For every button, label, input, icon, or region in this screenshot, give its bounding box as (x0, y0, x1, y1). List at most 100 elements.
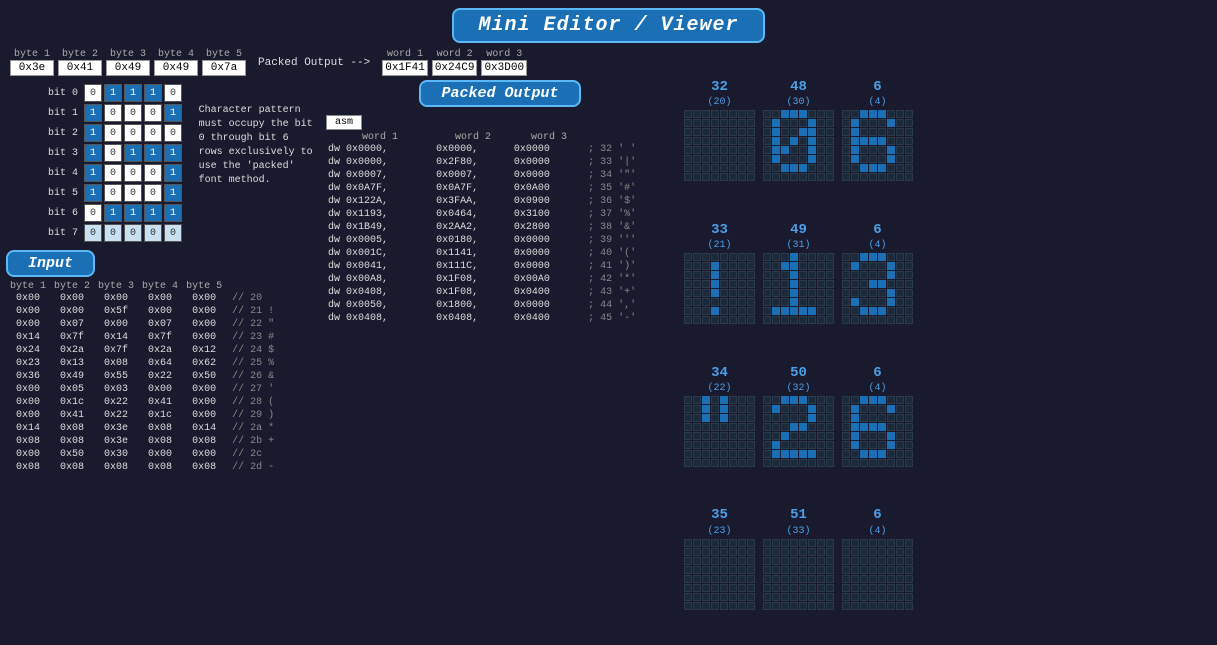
pixel (826, 566, 834, 574)
pixel (826, 432, 834, 440)
pixel (808, 593, 816, 601)
pixel (720, 557, 728, 565)
pixel (808, 137, 816, 145)
bit-label-1: bit 1 (46, 108, 82, 119)
pixel (887, 450, 895, 458)
pixel (896, 557, 904, 565)
pixel (887, 414, 895, 422)
pixel (860, 298, 868, 306)
pixel (738, 146, 746, 154)
pixel (684, 110, 692, 118)
bit-grid: bit 001110bit 110001bit 210000bit 310111… (46, 84, 182, 242)
output-comment: ; 38 '&' (586, 221, 674, 234)
input-cell: 0x55 (94, 370, 138, 383)
pixel (747, 307, 755, 315)
pixel (772, 566, 780, 574)
pixel (738, 316, 746, 324)
pixel (851, 271, 859, 279)
pixel (842, 173, 850, 181)
pixel (799, 414, 807, 422)
pixel (808, 164, 816, 172)
pixel (869, 602, 877, 610)
pixel (711, 262, 719, 270)
input-comment: // 22 " (226, 318, 278, 331)
pixel (711, 155, 719, 163)
byte4-header: byte 4 (154, 49, 198, 60)
pixel (702, 173, 710, 181)
pixel (763, 584, 771, 592)
pixel (799, 405, 807, 413)
pixel (738, 271, 746, 279)
pixel (763, 602, 771, 610)
pixel (711, 602, 719, 610)
pixel (738, 414, 746, 422)
pixel (851, 119, 859, 127)
pixel (869, 575, 877, 583)
pixel (851, 173, 859, 181)
pixel (747, 423, 755, 431)
pixel (738, 593, 746, 601)
pixel (747, 575, 755, 583)
pixel (763, 110, 771, 118)
pixel (851, 459, 859, 467)
packed-output-title-row: Packed Output (326, 80, 674, 111)
pixel (720, 110, 728, 118)
pixel (887, 271, 895, 279)
char-preview-1-1: 49(31) (763, 223, 834, 324)
app-title: Mini Editor / Viewer (452, 8, 764, 43)
output-table: word 1word 2word 3 dw 0x0000,0x0000,0x00… (326, 132, 674, 325)
pixel (747, 566, 755, 574)
pixel (878, 110, 886, 118)
pixel (869, 262, 877, 270)
pixel (747, 396, 755, 404)
output-col-header: word 1 (326, 132, 434, 143)
pixel (747, 146, 755, 154)
pixel (842, 316, 850, 324)
input-cell: 0x2a (138, 344, 182, 357)
char-preview-row-0: 32(20)48(30)6(4) (684, 80, 1213, 215)
pixel (860, 271, 868, 279)
pixel (763, 173, 771, 181)
pixel (747, 119, 755, 127)
char-label: 48 (790, 80, 807, 95)
pixel (790, 262, 798, 270)
bit-cell-7-2: 0 (124, 224, 142, 242)
pixel (860, 316, 868, 324)
pixel (711, 593, 719, 601)
bit-cell-4-3: 0 (144, 164, 162, 182)
pixel (896, 289, 904, 297)
pixel (869, 146, 877, 154)
pixel (772, 584, 780, 592)
input-cell: 0x41 (50, 409, 94, 422)
char-label: 6 (873, 508, 881, 523)
pixel (860, 128, 868, 136)
pixel (896, 110, 904, 118)
bit-cell-4-0: 1 (84, 164, 102, 182)
pixel (869, 539, 877, 547)
bit-cell-4-1: 0 (104, 164, 122, 182)
pixel (781, 298, 789, 306)
pixel (851, 602, 859, 610)
char-preview-3-0: 35(23) (684, 508, 755, 609)
pixel (842, 128, 850, 136)
pixel (817, 298, 825, 306)
pixel (711, 253, 719, 261)
pixel (684, 539, 692, 547)
pixel (842, 566, 850, 574)
asm-tab[interactable]: asm (326, 115, 674, 132)
pixel (711, 584, 719, 592)
pixel (763, 146, 771, 154)
pixel (720, 396, 728, 404)
pixel (781, 253, 789, 261)
pixel (878, 566, 886, 574)
output-comment: ; 39 ''' (586, 234, 674, 247)
output-cell: 0x0A00 (512, 182, 586, 195)
pixel (693, 173, 701, 181)
bit-row-4: bit 410001 (46, 164, 182, 182)
pixel (808, 432, 816, 440)
pixel (738, 548, 746, 556)
pixel (684, 137, 692, 145)
pixel (738, 450, 746, 458)
pixel (729, 539, 737, 547)
pixel (905, 155, 913, 163)
